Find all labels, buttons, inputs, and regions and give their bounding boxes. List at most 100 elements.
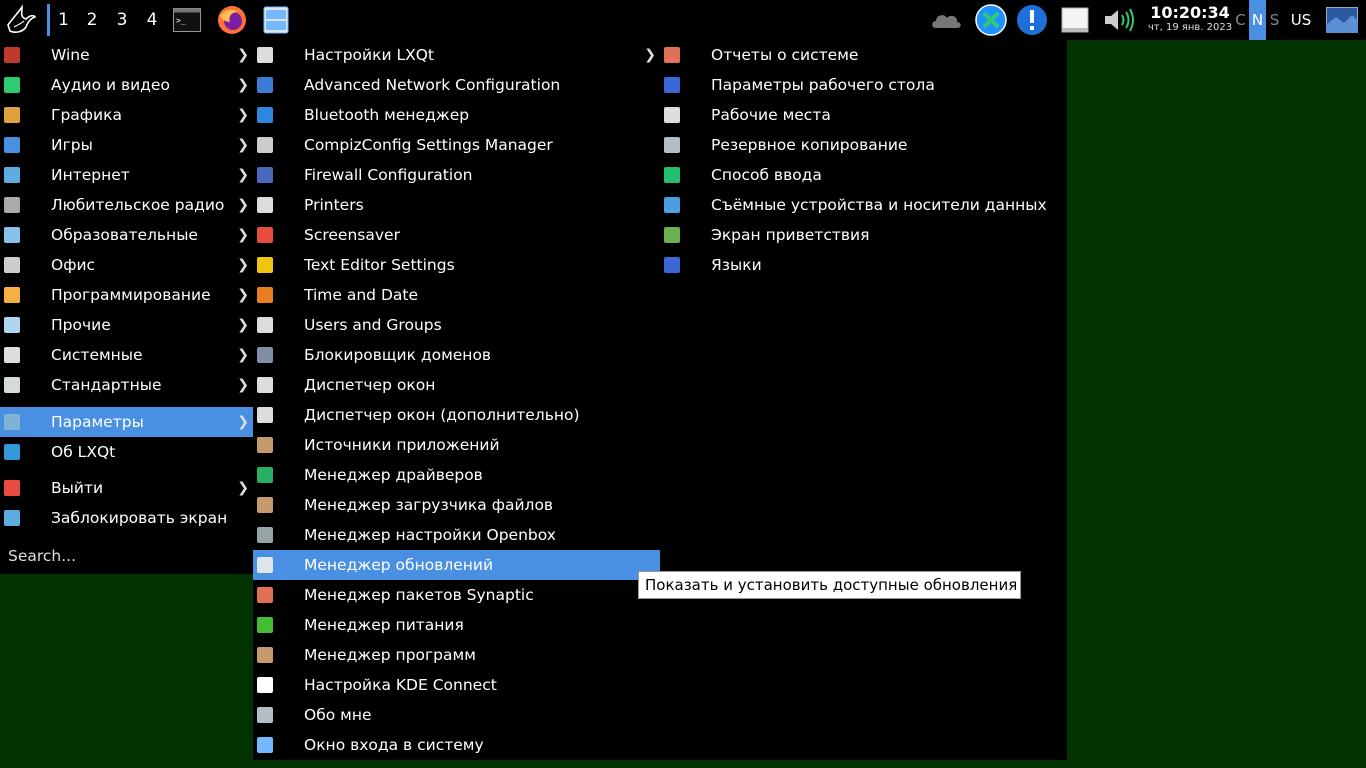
firewall-icon [257,167,273,183]
preferences-submenu-item-23[interactable]: Окно входа в систему [253,730,660,760]
preferences-submenu-item-0[interactable]: Настройки LXQt ❯ [253,40,660,70]
preferences-submenu-item-17[interactable]: Менеджер обновлений [253,550,660,580]
chevron-right-icon: ❯ [237,167,249,183]
main-menu-item-6[interactable]: Образовательные ❯ [0,220,253,250]
main-menu-item-3[interactable]: Игры ❯ [0,130,253,160]
main-menu-item-label: Программирование [51,286,211,304]
chevron-right-icon: ❯ [644,47,656,63]
chevron-right-icon: ❯ [237,414,249,430]
preferences-submenu-item-8[interactable]: Time and Date [253,280,660,310]
preferences-submenu-item-2[interactable]: Bluetooth менеджер [253,100,660,130]
preferences-submenu-item-7[interactable]: Text Editor Settings [253,250,660,280]
kde-connect-tray[interactable] [974,4,1008,36]
update-notifier-tray[interactable] [1015,4,1049,36]
num-lock-indicator: N [1249,0,1266,40]
preferences-submenu-item-5[interactable]: Printers [253,190,660,220]
show-desktop-button[interactable] [1326,7,1358,33]
main-menu-button[interactable] [2,2,40,38]
package-icon [257,437,273,453]
welcome-icon [664,227,680,243]
system-settings-submenu-item-0[interactable]: Отчеты о системе [660,40,1067,70]
preferences-submenu-item-label: Time and Date [304,286,418,304]
preferences-submenu-item-22[interactable]: Обо мне [253,700,660,730]
preferences-submenu-item-18[interactable]: Менеджер пакетов Synaptic [253,580,660,610]
preferences-submenu-item-21[interactable]: Настройка KDE Connect [253,670,660,700]
preferences-submenu-item-label: Bluetooth менеджер [304,106,470,124]
preferences-submenu-item-16[interactable]: Менеджер настройки Openbox [253,520,660,550]
printer-icon [257,197,273,213]
firefox-icon [218,6,246,34]
desktop-2-label: 2 [86,10,98,30]
system-settings-submenu-item-3[interactable]: Резервное копирование [660,130,1067,160]
main-menu-item-11[interactable]: Стандартные ❯ [0,370,253,400]
main-menu-item-14[interactable]: Выйти ❯ [0,473,253,503]
system-settings-submenu-item-label: Параметры рабочего стола [711,76,935,94]
main-menu-item-15[interactable]: Заблокировать экран [0,503,253,533]
cloud-icon [932,15,961,28]
preferences-submenu-item-label: Блокировщик доменов [304,346,492,364]
main-menu-item-4[interactable]: Интернет ❯ [0,160,253,190]
preferences-submenu-item-12[interactable]: Диспетчер окон (дополнительно) [253,400,660,430]
main-menu-item-2[interactable]: Графика ❯ [0,100,253,130]
scroll-lock-indicator: S [1269,11,1280,29]
preferences-submenu-item-label: Менеджер пакетов Synaptic [304,586,534,604]
clock-widget[interactable]: 10:20:34 чт, 19 янв. 2023 [1144,4,1236,34]
preferences-submenu-item-4[interactable]: Firewall Configuration [253,160,660,190]
chevron-right-icon: ❯ [237,377,249,393]
preferences-submenu-item-20[interactable]: Менеджер программ [253,640,660,670]
terminal-icon: >_ [173,8,201,32]
main-menu-item-0[interactable]: Wine ❯ [0,40,253,70]
terminal-launcher[interactable]: >_ [171,4,203,36]
main-menu-item-label: Параметры [51,413,144,431]
user-icon [257,707,273,723]
office-icon [4,257,20,273]
other-icon [4,317,20,333]
main-menu-item-10[interactable]: Системные ❯ [0,340,253,370]
firefox-launcher[interactable] [216,4,248,36]
desktop-1-button[interactable]: 1 [47,4,77,36]
system-settings-submenu-item-4[interactable]: Способ ввода [660,160,1067,190]
system-report-icon [664,47,680,63]
drive-tray[interactable] [1058,4,1092,36]
screensaver-icon [257,227,273,243]
preferences-submenu-item-label: Менеджер загрузчика файлов [304,496,554,514]
desktop-4-button[interactable]: 4 [137,4,167,36]
preferences-submenu-item-14[interactable]: Менеджер драйверов [253,460,660,490]
preferences-submenu-item-11[interactable]: Диспетчер окон [253,370,660,400]
system-settings-submenu-item-6[interactable]: Экран приветствия [660,220,1067,250]
file-manager-launcher[interactable] [260,4,292,36]
preferences-submenu-item-6[interactable]: Screensaver [253,220,660,250]
preferences-submenu-item-label: Firewall Configuration [304,166,473,184]
compiz-icon [257,137,273,153]
preferences-submenu-item-10[interactable]: Блокировщик доменов [253,340,660,370]
preferences-submenu-item-15[interactable]: Менеджер загрузчика файлов [253,490,660,520]
system-settings-submenu-item-2[interactable]: Рабочие места [660,100,1067,130]
desktop-2-button[interactable]: 2 [77,4,107,36]
system-settings-submenu-item-1[interactable]: Параметры рабочего стола [660,70,1067,100]
main-menu-item-13[interactable]: Об LXQt [0,437,253,467]
preferences-submenu-item-13[interactable]: Источники приложений [253,430,660,460]
volume-tray[interactable] [1102,4,1136,36]
keyboard-layout-indicator[interactable]: US [1286,0,1316,40]
cloud-sync-tray[interactable] [930,4,964,36]
system-settings-submenu-item-7[interactable]: Языки [660,250,1067,280]
main-menu-item-9[interactable]: Прочие ❯ [0,310,253,340]
preferences-submenu: Настройки LXQt ❯ Advanced Network Configur… [253,40,660,760]
system-settings-submenu-item-5[interactable]: Съёмные устройства и носители данных [660,190,1067,220]
main-menu-item-1[interactable]: Аудио и видео ❯ [0,70,253,100]
main-menu: Wine ❯ Аудио и видео ❯ Графика ❯ Игры ❯ Интернет… [0,40,253,574]
preferences-submenu-item-3[interactable]: CompizConfig Settings Manager [253,130,660,160]
search-input[interactable]: Search... [8,547,76,565]
preferences-submenu-item-9[interactable]: Users and Groups [253,310,660,340]
taskbar: 1 2 3 4 >_ 10:20:34 чт, 19 янв. 2023 C N… [0,0,1366,40]
main-menu-item-12[interactable]: Параметры ❯ [0,407,253,437]
preferences-submenu-item-label: Настройка KDE Connect [304,676,497,694]
phone-icon [257,677,273,693]
desktop-3-button[interactable]: 3 [107,4,137,36]
preferences-submenu-item-1[interactable]: Advanced Network Configuration [253,70,660,100]
programming-icon [4,287,20,303]
main-menu-item-8[interactable]: Программирование ❯ [0,280,253,310]
main-menu-item-7[interactable]: Офис ❯ [0,250,253,280]
main-menu-item-5[interactable]: Любительское радио ❯ [0,190,253,220]
preferences-submenu-item-19[interactable]: Менеджер питания [253,610,660,640]
